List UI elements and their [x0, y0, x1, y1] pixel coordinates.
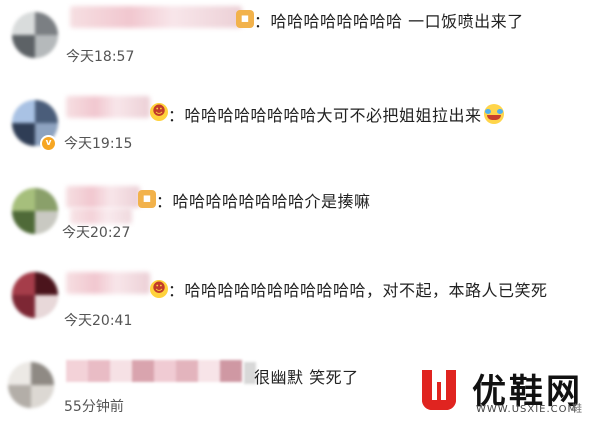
avatar[interactable]: [8, 362, 54, 408]
comment-time: 今天19:15: [64, 136, 133, 152]
comment-time: 今天20:41: [64, 313, 133, 329]
comment-text: 很幽默 笑死了: [254, 368, 359, 387]
comment-text: ：哈哈哈哈哈哈哈哈介是揍嘛: [156, 192, 371, 211]
avatar[interactable]: [12, 272, 58, 318]
comment-text: ：哈哈哈哈哈哈哈哈哈哈哈，对不起，本路人已笑死: [168, 281, 548, 300]
username[interactable]: [66, 96, 150, 118]
comment-time: 55分钟前: [64, 399, 124, 415]
comment-time: 今天18:57: [66, 49, 135, 65]
verified-icon: v: [40, 135, 57, 152]
watermark-url: WWW.USXIE.COM: [476, 404, 578, 415]
username[interactable]: [66, 272, 150, 294]
laugh-cry-emoji-icon: [483, 104, 504, 124]
username-mosaic[interactable]: [66, 360, 242, 382]
brand-logo-icon: [416, 366, 462, 418]
watermark-corner: 鞋: [572, 404, 582, 415]
comment-text-content: ：哈哈哈哈哈哈哈哈大可不必把姐姐拉出来: [168, 106, 482, 125]
emoji-badge-icon: ☻: [150, 103, 168, 121]
emoji-badge-icon: ☻: [150, 280, 168, 298]
comment-text: ：哈哈哈哈哈哈哈哈大可不必把姐姐拉出来: [168, 102, 504, 126]
comment-time: 今天20:27: [62, 225, 131, 241]
username[interactable]: [70, 6, 242, 28]
level-badge-icon: ▪: [138, 190, 156, 208]
username[interactable]: [66, 186, 140, 208]
level-badge-icon: ▪: [236, 10, 254, 28]
avatar[interactable]: [12, 188, 58, 234]
comment-text: ：哈哈哈哈哈哈哈哈 一口饭喷出来了: [254, 12, 524, 31]
avatar[interactable]: [12, 12, 58, 58]
